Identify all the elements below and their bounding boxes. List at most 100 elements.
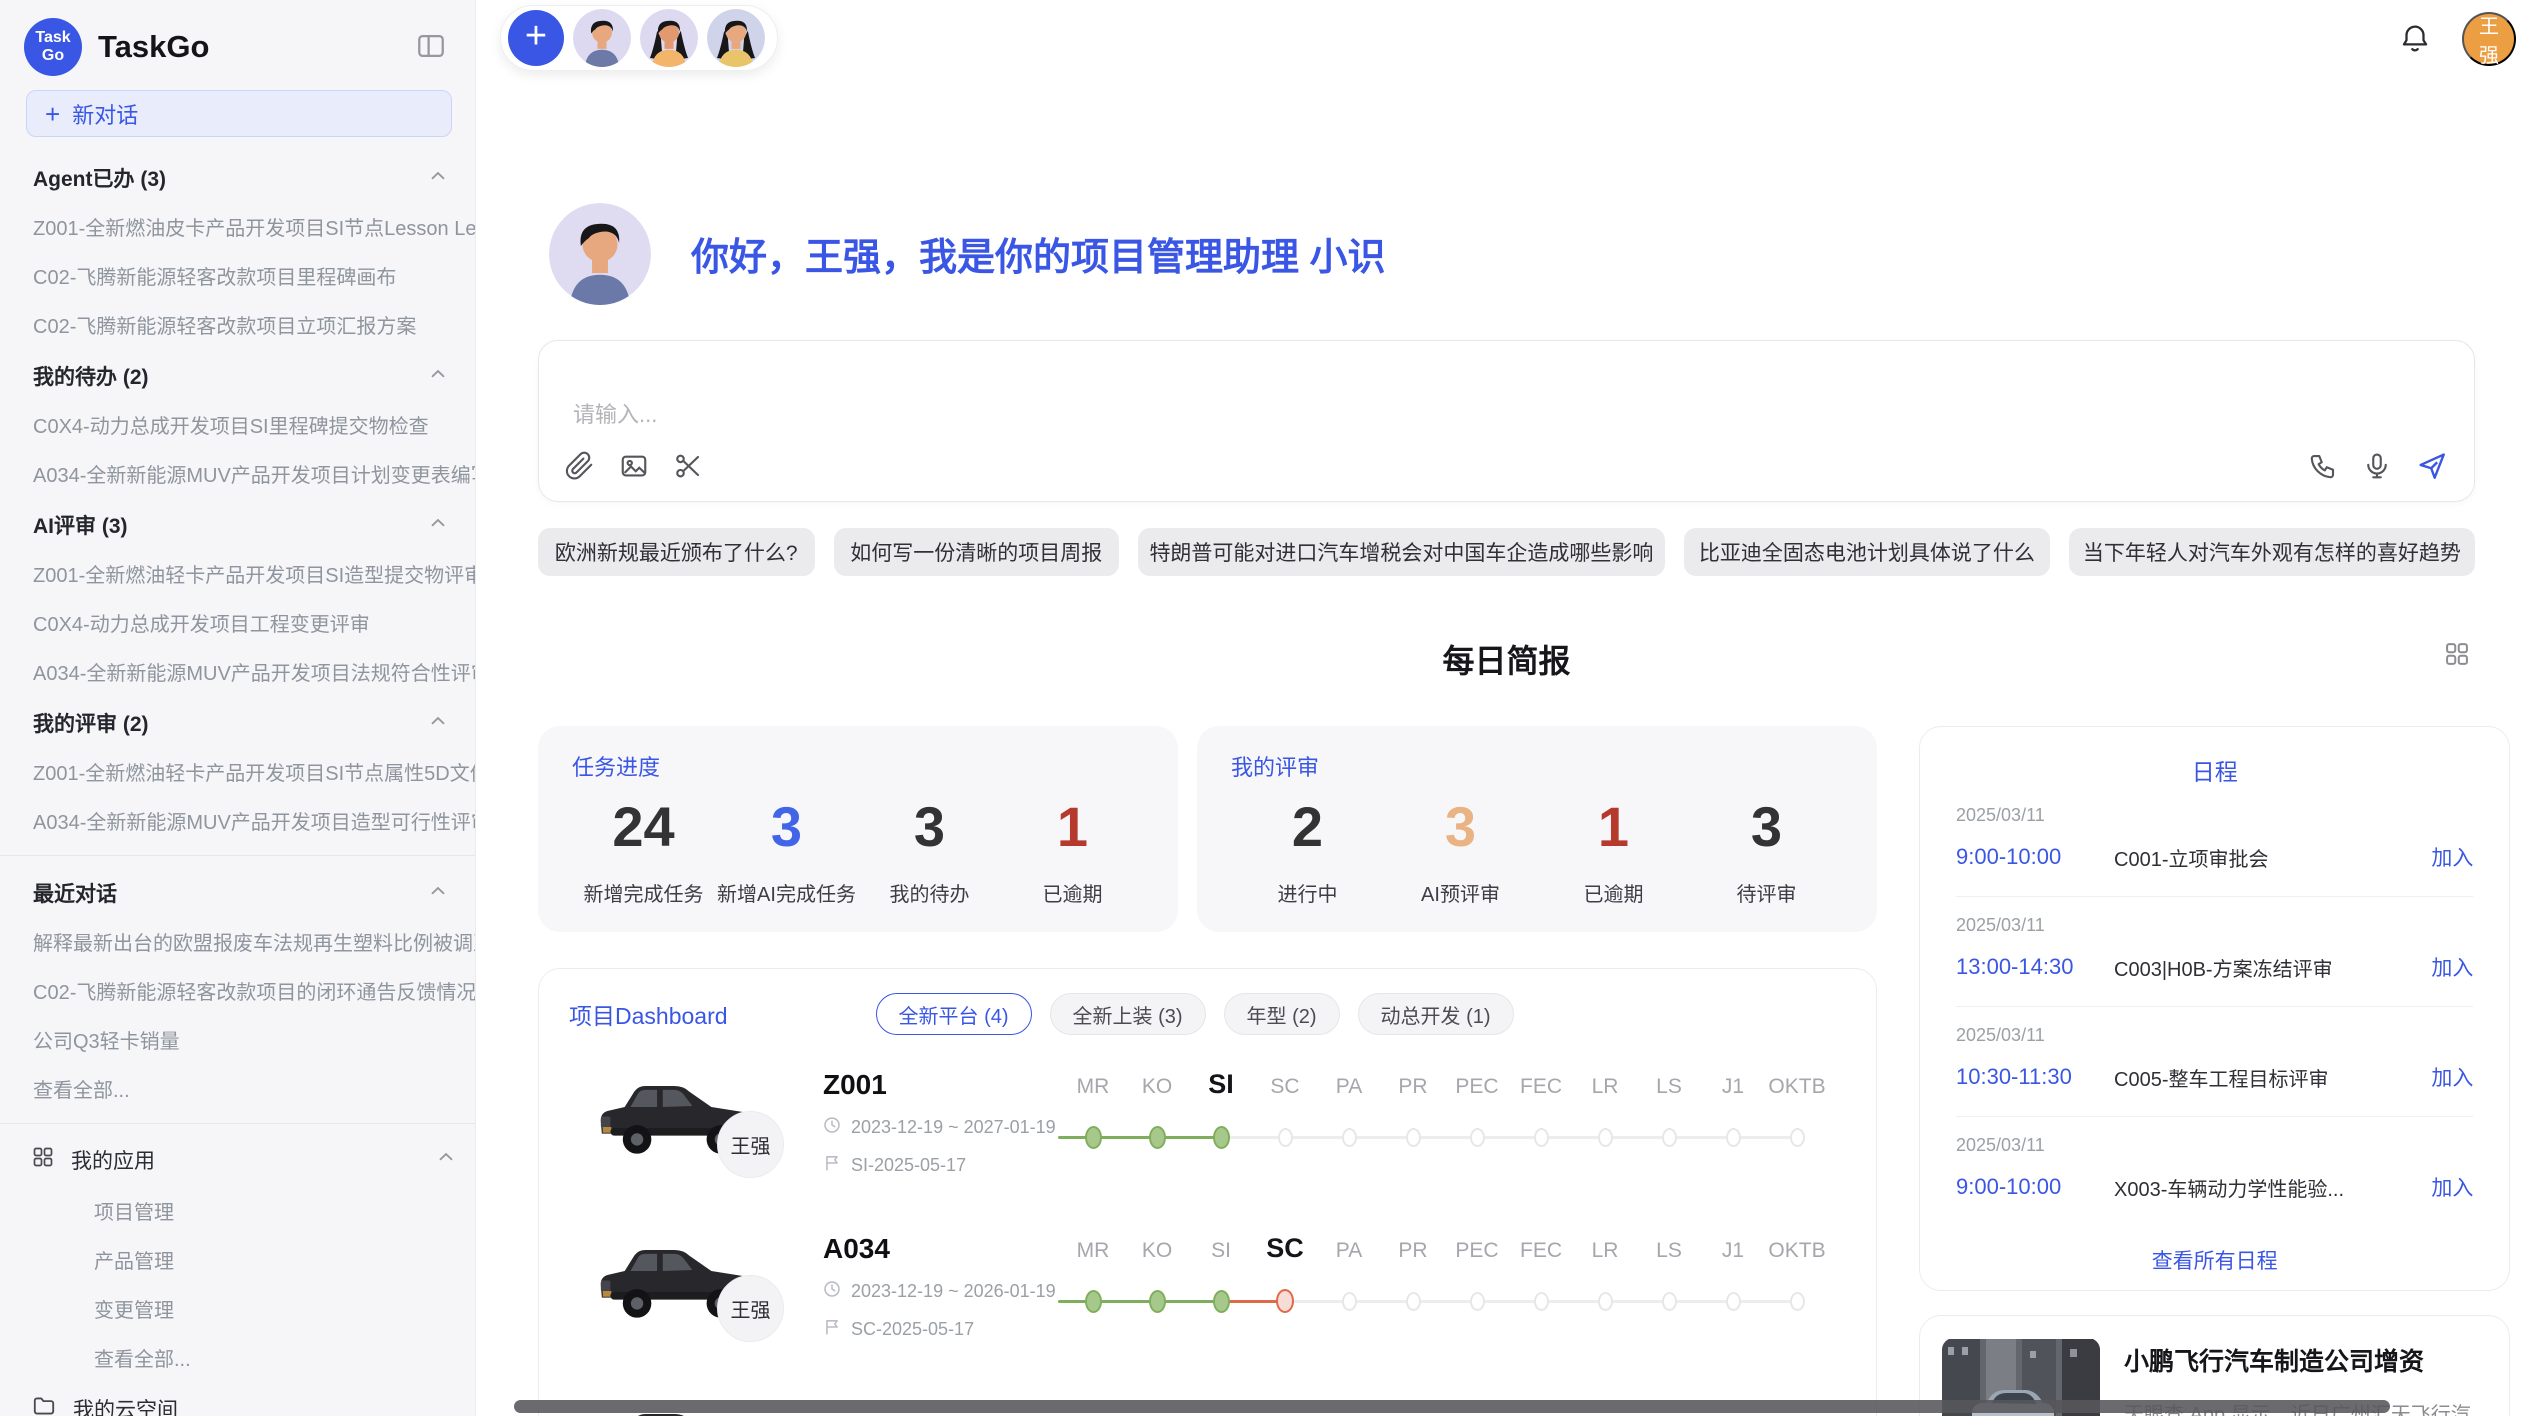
milestone-node-SI[interactable] — [1213, 1126, 1230, 1149]
suggestion-chip[interactable]: 比亚迪全固态电池计划具体说了什么 — [1684, 528, 2050, 576]
dashboard-tab[interactable]: 动总开发 (1) — [1358, 993, 1514, 1035]
schedule-row: 9:00-10:00 C001-立项审批会 加入 — [1956, 842, 2473, 872]
attach-file-button[interactable] — [565, 451, 595, 484]
sidebar-section-1: 我的待办 (2)C0X4-动力总成开发项目SI里程碑提交物检查A034-全新新能… — [0, 349, 475, 498]
notifications-button[interactable] — [2398, 21, 2432, 58]
schedule-view-all-link[interactable]: 查看所有日程 — [2146, 1244, 2284, 1276]
sidebar-item[interactable]: C0X4-动力总成开发项目SI里程碑提交物检查 — [0, 400, 475, 449]
schedule-entry: 2025/03/11 9:00-10:00 X003-车辆动力学性能验... 加… — [1956, 1117, 2473, 1226]
send-button[interactable] — [2416, 450, 2448, 485]
screenshot-button[interactable] — [673, 451, 703, 484]
project-row-Z001[interactable]: 王强 Z001 2023-12-19 ~ 2027-01-19 SI-2025-… — [569, 1059, 1846, 1199]
main-area: + 王强 你好，王强，我是 — [476, 0, 2532, 1416]
schedule-date: 2025/03/11 — [1956, 1025, 2473, 1046]
milestone-label-SI: SI — [1211, 1239, 1231, 1263]
briefing-layout-button[interactable] — [2443, 640, 2471, 671]
sidebar-section-2: AI评审 (3)Z001-全新燃油轻卡产品开发项目SI造型提交物评审C0X4-动… — [0, 498, 475, 696]
milestone-node-LR[interactable] — [1598, 1292, 1613, 1311]
sidebar-section-header[interactable]: AI评审 (3) — [0, 498, 475, 549]
user-avatar[interactable]: 王强 — [2462, 12, 2516, 66]
new-chat-button[interactable]: + 新对话 — [26, 90, 452, 137]
sidebar-section-title: Agent已办 (3) — [33, 163, 427, 193]
dashboard-tab[interactable]: 全新平台 (4) — [876, 993, 1032, 1035]
milestone-node-OKTB[interactable] — [1790, 1292, 1805, 1311]
schedule-time: 9:00-10:00 — [1956, 844, 2114, 870]
horizontal-scrollbar[interactable] — [514, 1400, 2390, 1413]
project-owner-badge: 王强 — [717, 1275, 784, 1342]
sidebar-item[interactable]: Z001-全新燃油轻卡产品开发项目SI节点属性5D文件评审 — [0, 747, 475, 796]
metrics-row: 2 进行中 3 AI预评审 1 已逾期 3 待评审 — [1231, 796, 1843, 907]
project-media: 王强 — [569, 1059, 823, 1199]
input-toolbar-left — [565, 451, 703, 484]
milestone-node-FEC[interactable] — [1534, 1292, 1549, 1311]
schedule-join-link[interactable]: 加入 — [2431, 1172, 2473, 1202]
app-item[interactable]: 变更管理 — [0, 1284, 475, 1333]
chevron-up-icon — [427, 512, 449, 539]
milestone-label-PA: PA — [1336, 1239, 1362, 1263]
milestone-node-PR[interactable] — [1406, 1292, 1421, 1311]
attach-image-button[interactable] — [619, 451, 649, 484]
sidebar-item[interactable]: Z001-全新燃油轻卡产品开发项目SI造型提交物评审 — [0, 549, 475, 598]
agent-avatar-2[interactable] — [640, 9, 698, 67]
recent-chats-header[interactable]: 最近对话 — [0, 866, 475, 917]
milestone-node-PA[interactable] — [1342, 1292, 1357, 1311]
sidebar-item[interactable]: C02-飞腾新能源轻客改款项目里程碑画布 — [0, 251, 475, 300]
suggestion-chip[interactable]: 特朗普可能对进口汽车增税会对中国车企造成哪些影响 — [1138, 528, 1665, 576]
chat-input[interactable] — [571, 395, 2442, 435]
recent-view-all-link[interactable]: 查看全部... — [0, 1064, 475, 1113]
app-item[interactable]: 项目管理 — [0, 1186, 475, 1235]
schedule-join-link[interactable]: 加入 — [2431, 952, 2473, 982]
dashboard-tab[interactable]: 年型 (2) — [1224, 993, 1340, 1035]
milestone-label-PEC: PEC — [1455, 1239, 1498, 1263]
sidebar-section-header[interactable]: 我的待办 (2) — [0, 349, 475, 400]
milestone-node-SI[interactable] — [1213, 1290, 1230, 1313]
milestone-node-OKTB[interactable] — [1790, 1128, 1805, 1147]
milestone-node-LR[interactable] — [1598, 1128, 1613, 1147]
sidebar-item[interactable]: Z001-全新燃油皮卡产品开发项目SI节点Lesson Learn报告 — [0, 202, 475, 251]
metric-value: 24 — [572, 796, 715, 858]
schedule-join-link[interactable]: 加入 — [2431, 1062, 2473, 1092]
milestone-node-SC[interactable] — [1278, 1128, 1293, 1147]
milestone-node-LS[interactable] — [1662, 1128, 1677, 1147]
suggestion-chip[interactable]: 如何写一份清晰的项目周报 — [834, 528, 1119, 576]
sidebar-item[interactable]: C0X4-动力总成开发项目工程变更评审 — [0, 598, 475, 647]
suggestion-chip[interactable]: 欧洲新规最近颁布了什么? — [538, 528, 815, 576]
new-conversation-button[interactable]: + — [508, 10, 564, 66]
sidebar-section-header[interactable]: Agent已办 (3) — [0, 151, 475, 202]
milestone-node-MR[interactable] — [1085, 1126, 1102, 1149]
project-row-A034[interactable]: 王强 A034 2023-12-19 ~ 2026-01-19 SC-2025-… — [569, 1223, 1846, 1363]
schedule-join-link[interactable]: 加入 — [2431, 842, 2473, 872]
milestone-node-PEC[interactable] — [1470, 1292, 1485, 1311]
milestone-node-LS[interactable] — [1662, 1292, 1677, 1311]
milestone-node-PA[interactable] — [1342, 1128, 1357, 1147]
voice-call-button[interactable] — [2308, 451, 2338, 484]
sidebar-item[interactable]: A034-全新新能源MUV产品开发项目计划变更表编写 — [0, 449, 475, 498]
sidebar-item[interactable]: A034-全新新能源MUV产品开发项目法规符合性评审 — [0, 647, 475, 696]
dashboard-tab[interactable]: 全新上装 (3) — [1050, 993, 1206, 1035]
milestone-node-PEC[interactable] — [1470, 1128, 1485, 1147]
milestone-node-J1[interactable] — [1726, 1128, 1741, 1147]
sidebar-section-header[interactable]: 我的评审 (2) — [0, 696, 475, 747]
milestone-node-MR[interactable] — [1085, 1290, 1102, 1313]
app-item[interactable]: 查看全部... — [0, 1333, 475, 1382]
sidebar-item[interactable]: A034-全新新能源MUV产品开发项目造型可行性评审 — [0, 796, 475, 845]
my-apps-header[interactable]: 我的应用 — [0, 1134, 475, 1186]
sidebar-collapse-button[interactable] — [413, 29, 449, 65]
app-item[interactable]: 产品管理 — [0, 1235, 475, 1284]
sidebar-item[interactable]: C02-飞腾新能源轻客改款项目立项汇报方案 — [0, 300, 475, 349]
milestone-node-KO[interactable] — [1149, 1290, 1166, 1313]
suggestion-chip[interactable]: 当下年轻人对汽车外观有怎样的喜好趋势 — [2069, 528, 2475, 576]
milestone-node-FEC[interactable] — [1534, 1128, 1549, 1147]
recent-chat-item[interactable]: 公司Q3轻卡销量 — [0, 1015, 475, 1064]
microphone-button[interactable] — [2362, 451, 2392, 484]
agent-avatar-1[interactable] — [573, 9, 631, 67]
milestone-node-SC[interactable] — [1276, 1289, 1294, 1313]
stat-card-title: 我的评审 — [1231, 750, 1843, 782]
milestone-node-KO[interactable] — [1149, 1126, 1166, 1149]
agent-avatar-3[interactable] — [707, 9, 765, 67]
milestone-node-J1[interactable] — [1726, 1292, 1741, 1311]
milestone-node-PR[interactable] — [1406, 1128, 1421, 1147]
recent-chat-item[interactable]: C02-飞腾新能源轻客改款项目的闭环通告反馈情况 — [0, 966, 475, 1015]
sidebar-link-folder[interactable]: 我的云空间 — [0, 1382, 475, 1416]
recent-chat-item[interactable]: 解释最新出台的欧盟报废车法规再生塑料比例被调至15%... — [0, 917, 475, 966]
